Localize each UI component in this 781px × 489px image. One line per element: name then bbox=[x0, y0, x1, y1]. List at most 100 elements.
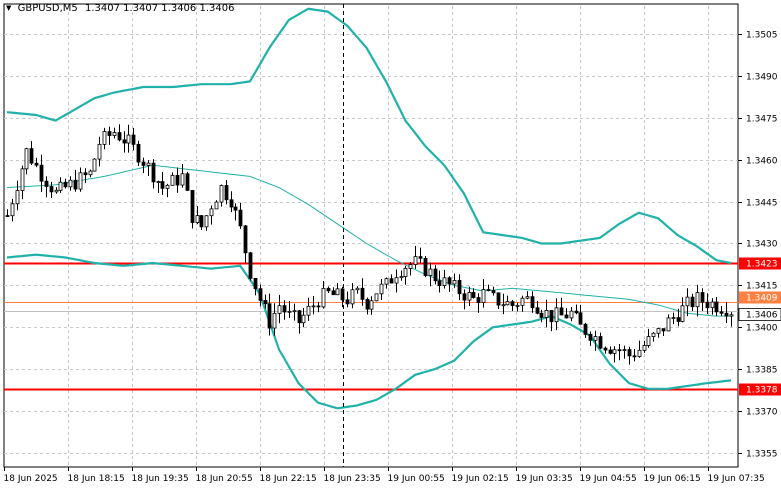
candle-body bbox=[442, 277, 447, 286]
candle-body bbox=[107, 131, 112, 136]
candle-body bbox=[214, 201, 219, 210]
candle-body bbox=[637, 349, 642, 357]
candle-body bbox=[374, 293, 379, 302]
candle-body bbox=[365, 298, 370, 310]
bollinger-middle-line bbox=[6, 164, 731, 317]
candle-body bbox=[29, 148, 34, 164]
current-price-label: 1.3406 bbox=[746, 311, 778, 321]
level-price-label: 1.3378 bbox=[746, 386, 778, 396]
candle-body bbox=[321, 287, 326, 308]
candle-body bbox=[219, 185, 224, 203]
candle-body bbox=[49, 186, 54, 193]
candle-body bbox=[433, 268, 438, 282]
chart-grid bbox=[3, 3, 739, 468]
candle-body bbox=[199, 215, 204, 228]
candle-body bbox=[204, 215, 209, 228]
candle-body bbox=[39, 164, 44, 182]
candle-body bbox=[452, 280, 457, 285]
candle-body bbox=[297, 310, 302, 324]
candle-body bbox=[447, 277, 452, 285]
candle-body bbox=[535, 307, 540, 314]
candle-body bbox=[190, 190, 195, 223]
candle-body bbox=[588, 333, 593, 341]
candle-body bbox=[539, 312, 544, 318]
candle-body bbox=[680, 305, 685, 322]
candle-body bbox=[603, 347, 608, 351]
candle-body bbox=[676, 317, 681, 322]
candle-body bbox=[583, 323, 588, 335]
candle-body bbox=[700, 292, 705, 303]
candle-body bbox=[141, 161, 146, 166]
candle-body bbox=[593, 336, 598, 341]
candle-body bbox=[360, 287, 365, 300]
candle-body bbox=[505, 301, 510, 306]
candle-body bbox=[15, 190, 20, 205]
candle-body bbox=[690, 296, 695, 308]
candle-body bbox=[311, 305, 316, 308]
candle-body bbox=[394, 277, 399, 284]
candle-body bbox=[277, 305, 282, 314]
candle-body bbox=[530, 296, 535, 309]
candle-body bbox=[462, 293, 467, 301]
candle-body bbox=[34, 162, 39, 166]
candle-body bbox=[229, 199, 234, 208]
candle-body bbox=[574, 310, 579, 314]
candle-body bbox=[418, 256, 423, 259]
candle-body bbox=[413, 256, 418, 265]
time-tick-label: 19 Jun 04:55 bbox=[580, 474, 637, 484]
candle-body bbox=[195, 215, 200, 223]
time-tick-label: 18 Jun 2025 bbox=[4, 474, 58, 484]
candle-body bbox=[209, 208, 214, 217]
candle-body bbox=[78, 172, 83, 190]
candle-body bbox=[126, 134, 131, 144]
candle-body bbox=[695, 292, 700, 308]
candle-body bbox=[238, 209, 243, 227]
candle-body bbox=[384, 278, 389, 285]
candle-body bbox=[24, 148, 29, 170]
candle-body bbox=[389, 278, 394, 284]
candle-body bbox=[112, 132, 117, 136]
candle-body bbox=[292, 310, 297, 313]
candle-body bbox=[83, 172, 88, 176]
time-tick-label: 19 Jun 00:55 bbox=[388, 474, 445, 484]
candle-body bbox=[423, 257, 428, 276]
price-tick-label: 1.3415 bbox=[746, 282, 778, 292]
candle-body bbox=[598, 336, 603, 349]
level-price-label: 1.3423 bbox=[746, 260, 778, 270]
candle-body bbox=[44, 180, 49, 187]
candle-body bbox=[68, 179, 73, 188]
candle-body bbox=[73, 179, 78, 190]
price-tick-label: 1.3475 bbox=[746, 115, 778, 125]
candle-body bbox=[369, 300, 374, 310]
candle-body bbox=[335, 288, 340, 296]
candle-body bbox=[729, 314, 734, 317]
price-chart[interactable]: 1.3505 1.3490 1.3475 1.3460 1.3445 1.3430 1.34… bbox=[0, 0, 781, 489]
candle-body bbox=[287, 310, 292, 313]
candle-body bbox=[10, 203, 15, 217]
collapse-triangle-icon[interactable]: ▼ bbox=[6, 4, 11, 12]
symbol-timeframe: GBPUSD,M5 bbox=[17, 3, 78, 14]
candle-body bbox=[267, 303, 272, 329]
candle-body bbox=[646, 336, 651, 346]
candle-body bbox=[467, 292, 472, 301]
candle-body bbox=[627, 349, 632, 357]
candle-body bbox=[622, 349, 627, 351]
candle-body bbox=[92, 158, 97, 172]
price-tick-label: 1.3505 bbox=[746, 31, 778, 41]
time-tick-label: 18 Jun 23:35 bbox=[324, 474, 381, 484]
candle-body bbox=[146, 162, 151, 166]
candle-body bbox=[180, 173, 185, 186]
candle-body bbox=[632, 355, 637, 358]
price-tick-label: 1.3430 bbox=[746, 240, 778, 250]
candle-body bbox=[233, 206, 238, 211]
candle-body bbox=[248, 252, 253, 279]
candle-body bbox=[486, 289, 491, 291]
candle-body bbox=[471, 292, 476, 298]
candle-body bbox=[608, 349, 613, 354]
candle-body bbox=[102, 131, 107, 145]
candle-body bbox=[253, 278, 258, 290]
candle-body bbox=[156, 181, 161, 184]
ohlc-readout: 1.3407 1.3407 1.3406 1.3406 bbox=[84, 3, 235, 14]
plot-frame bbox=[3, 3, 739, 468]
candle-body bbox=[165, 184, 170, 189]
